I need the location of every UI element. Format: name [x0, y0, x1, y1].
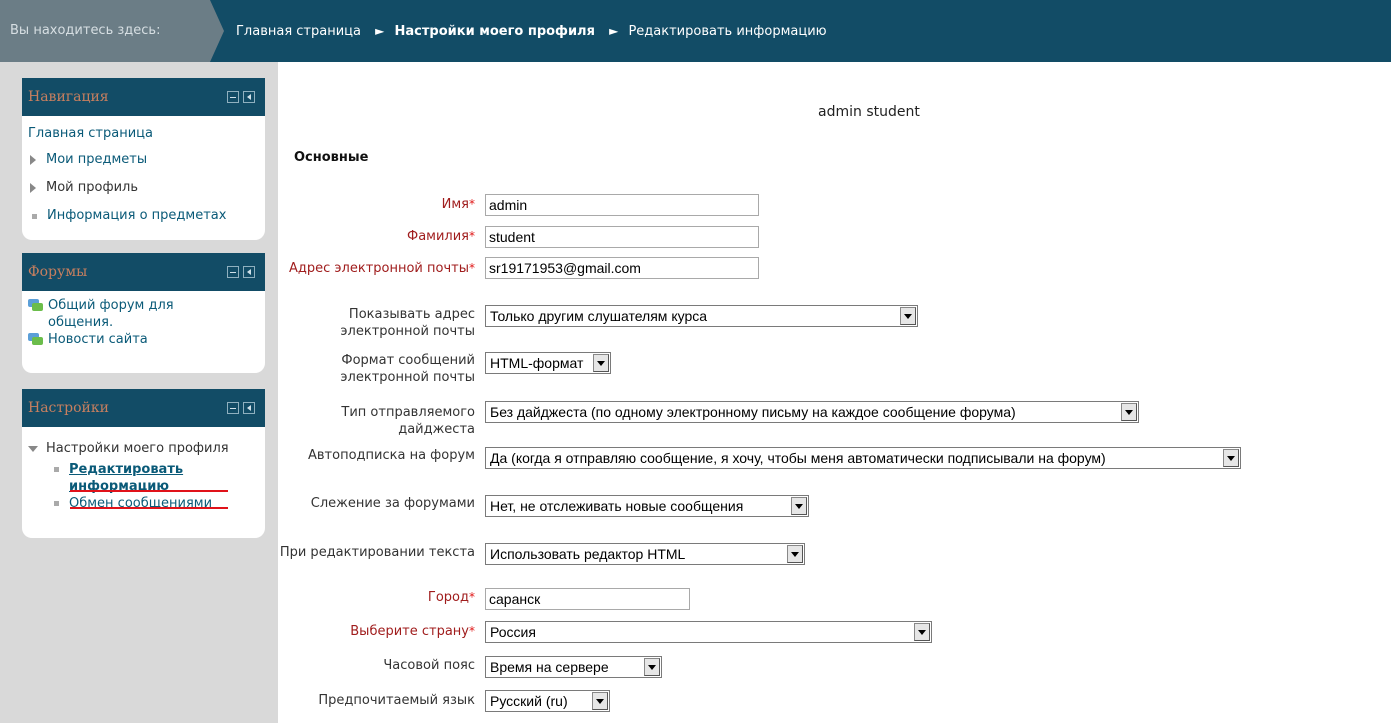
show-email-label: Показывать адрес электронной почты [340, 307, 475, 339]
messaging-link: Обмен сообщениями [69, 496, 213, 511]
forum-link-label: Новости сайта [48, 332, 148, 347]
breadcrumb: Главная страница ► Настройки моего профи… [236, 0, 827, 63]
show-email-select[interactable]: Только другим слушателям курса [485, 305, 918, 327]
dropdown-arrow-icon[interactable] [593, 354, 609, 372]
navigation-block-title: Навигация [28, 89, 109, 105]
breadcrumb-here-panel: Вы находитесь здесь: [0, 0, 210, 62]
breadcrumb-home-link[interactable]: Главная страница [236, 24, 361, 39]
autosubscribe-select[interactable]: Да (когда я отправляю сообщение, я хочу,… [485, 447, 1241, 469]
language-label: Предпочитаемый язык [318, 693, 475, 708]
section-title: Основные [294, 150, 369, 165]
forum-link-general[interactable]: Общий форум для общения. [28, 297, 259, 331]
required-star-icon: * [469, 197, 475, 211]
country-select[interactable]: Россия [485, 621, 932, 643]
timezone-label: Часовой пояс [383, 658, 475, 673]
left-sidebar: Навигация Главная страница Мои предметы … [0, 62, 278, 723]
forum-chat-icon [28, 333, 44, 347]
dropdown-arrow-icon[interactable] [914, 623, 930, 641]
breadcrumb-current: Редактировать информацию [628, 24, 827, 39]
mail-format-label: Формат сообщений электронной почты [340, 353, 475, 385]
dropdown-arrow-icon[interactable] [787, 545, 803, 563]
bullet-icon [54, 501, 59, 506]
nav-item-my-courses[interactable]: Мои предметы [28, 150, 259, 170]
editor-select[interactable]: Использовать редактор HTML [485, 543, 805, 565]
country-label: Выберите страну* [350, 624, 475, 639]
forums-block-header: Форумы [22, 253, 265, 291]
settings-block: Настройки Настройки моего профиля Редакт… [22, 389, 265, 538]
breadcrumb-profile-settings-link[interactable]: Настройки моего профиля [395, 24, 595, 39]
collapse-arrow-icon [28, 446, 38, 452]
nav-item-label: Мой профиль [46, 180, 138, 195]
expand-arrow-icon [30, 155, 36, 165]
dropdown-arrow-icon[interactable] [1121, 403, 1137, 421]
nav-item-my-profile[interactable]: Мой профиль [28, 178, 259, 198]
collapse-icon[interactable] [227, 91, 239, 103]
mail-format-select[interactable]: HTML-формат [485, 352, 611, 374]
breadcrumb-bar: Вы находитесь здесь: Главная страница ► … [0, 0, 1391, 62]
autosubscribe-label: Автоподписка на форум [308, 448, 475, 463]
main-content: admin student Основные Имя* admin Фамили… [278, 62, 1391, 723]
breadcrumb-separator-icon: ► [609, 24, 619, 38]
collapse-icon[interactable] [227, 402, 239, 414]
dropdown-arrow-icon[interactable] [900, 307, 916, 325]
settings-messages-item[interactable]: Обмен сообщениями [28, 495, 259, 512]
tracking-label: Слежение за форумами [310, 496, 475, 511]
navigation-block: Навигация Главная страница Мои предметы … [22, 78, 265, 240]
required-star-icon: * [469, 229, 475, 243]
language-select[interactable]: Русский (ru) [485, 690, 610, 712]
breadcrumb-separator-icon: ► [375, 24, 385, 38]
firstname-label: Имя* [441, 197, 475, 212]
annotation-underline [70, 490, 228, 492]
collapse-icon[interactable] [227, 266, 239, 278]
nav-item-label: Информация о предметах [47, 208, 227, 223]
forums-block: Форумы Общий форум для общения. Новости … [22, 253, 265, 373]
city-input[interactable]: саранск [485, 588, 690, 610]
forum-link-label: Общий форум для общения. [48, 298, 174, 330]
settings-block-title: Настройки [28, 400, 109, 416]
nav-home-link[interactable]: Главная страница [28, 124, 259, 144]
navigation-block-header: Навигация [22, 78, 265, 116]
nav-item-label: Мои предметы [46, 152, 148, 167]
annotation-underline [70, 507, 228, 509]
breadcrumb-arrow-shape [210, 0, 224, 62]
timezone-select[interactable]: Время на сервере [485, 656, 662, 678]
required-star-icon: * [469, 624, 475, 638]
email-input[interactable]: sr19171953@gmail.com [485, 257, 759, 279]
bullet-icon [32, 213, 37, 219]
lastname-label: Фамилия* [407, 229, 475, 244]
digest-select[interactable]: Без дайджеста (по одному электронному пи… [485, 401, 1139, 423]
digest-label: Тип отправляемого дайджеста [341, 405, 475, 437]
settings-block-header: Настройки [22, 389, 265, 427]
bullet-icon [54, 467, 59, 472]
dropdown-arrow-icon[interactable] [644, 658, 660, 676]
tracking-select[interactable]: Нет, не отслеживать новые сообщения [485, 495, 809, 517]
dock-icon[interactable] [243, 91, 255, 103]
dropdown-arrow-icon[interactable] [592, 692, 608, 710]
city-label: Город* [427, 590, 475, 605]
forum-chat-icon [28, 299, 44, 313]
editor-label: При редактировании текста [279, 545, 475, 560]
required-star-icon: * [469, 261, 475, 275]
user-full-name: admin student [818, 104, 920, 120]
lastname-input[interactable]: student [485, 226, 759, 248]
settings-root-label: Настройки моего профиля [46, 441, 229, 456]
dropdown-arrow-icon[interactable] [1223, 449, 1239, 467]
settings-profile-root[interactable]: Настройки моего профиля [28, 439, 259, 459]
required-star-icon: * [469, 590, 475, 604]
firstname-input[interactable]: admin [485, 194, 759, 216]
dropdown-arrow-icon[interactable] [791, 497, 807, 515]
dock-icon[interactable] [243, 402, 255, 414]
email-label: Адрес электронной почты* [289, 261, 475, 276]
dock-icon[interactable] [243, 266, 255, 278]
forums-block-title: Форумы [28, 264, 88, 280]
nav-item-course-info[interactable]: Информация о предметах [28, 206, 259, 226]
breadcrumb-here-label: Вы находитесь здесь: [10, 23, 161, 38]
forum-link-news[interactable]: Новости сайта [28, 331, 259, 348]
expand-arrow-icon [30, 183, 36, 193]
